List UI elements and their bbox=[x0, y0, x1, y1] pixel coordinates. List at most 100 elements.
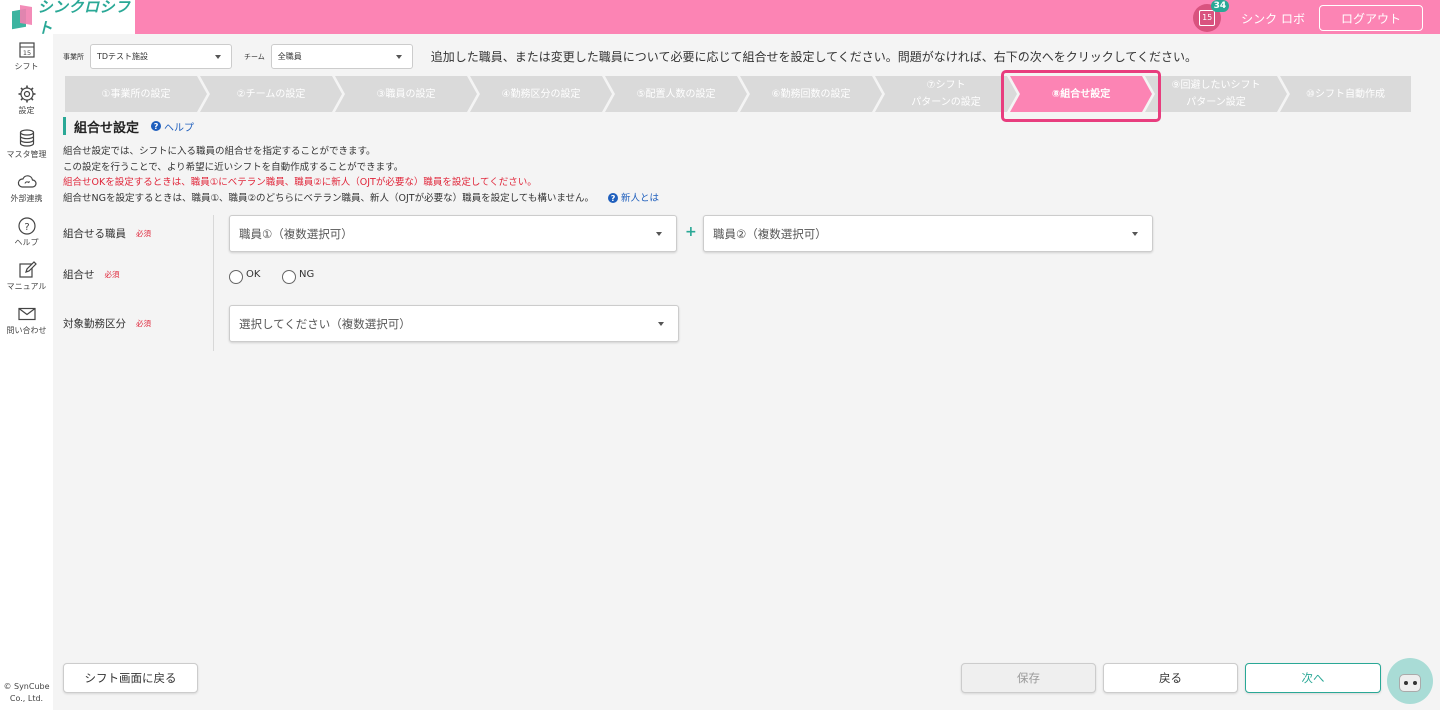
staff2-select[interactable]: 職員②（複数選択可） bbox=[703, 215, 1153, 252]
description-line: 組合せNGを設定するときは、職員①、職員②のどちらにベテラン職員、新人（OJTが… bbox=[63, 192, 595, 204]
newbie-help-link[interactable]: ? 新人とは bbox=[608, 191, 659, 207]
notification-button[interactable]: 15 34 bbox=[1193, 0, 1230, 32]
office-label: 事業所 bbox=[63, 52, 84, 61]
required-badge: 必須 bbox=[136, 319, 151, 328]
step-2[interactable]: ②チームの設定 bbox=[200, 76, 342, 112]
combo-field-label: 組合せ 必須 bbox=[63, 267, 120, 282]
step-progress-bar: ①事業所の設定 ②チームの設定 ③職員の設定 ④勤務区分の設定 ⑤配置人数の設定… bbox=[65, 76, 1411, 112]
section-header: 組合せ設定 ? ヘルプ bbox=[63, 117, 194, 136]
mail-icon bbox=[17, 307, 36, 321]
main-content: 事業所 TDテスト施設 チーム 全職員 追加した職員、または変更した職員について… bbox=[53, 34, 1440, 710]
page-title: 組合せ設定 bbox=[74, 120, 140, 136]
sidebar-item-settings[interactable]: 設定 bbox=[0, 84, 53, 122]
database-icon bbox=[19, 129, 34, 147]
calendar-icon: 15 bbox=[18, 42, 35, 58]
step-5[interactable]: ⑤配置人数の設定 bbox=[605, 76, 747, 112]
sidebar-item-label: 問い合わせ bbox=[6, 326, 47, 335]
step-9[interactable]: ⑨回避したいシフト パターン設定 bbox=[1145, 76, 1287, 112]
label-text: 組合せる職員 bbox=[63, 228, 126, 240]
step-10[interactable]: ⑩シフト自動作成 bbox=[1280, 76, 1411, 112]
description-line: この設定を行うことで、より希望に近いシフトを自動作成することができます。 bbox=[63, 161, 404, 173]
filter-row: 事業所 TDテスト施設 チーム 全職員 追加した職員、または変更した職員について… bbox=[63, 44, 1197, 69]
user-name: シンク ロボ bbox=[1241, 11, 1305, 26]
office-select[interactable]: TDテスト施設 bbox=[90, 44, 232, 69]
calendar-icon: 15 bbox=[1199, 10, 1216, 26]
shift-type-field-label: 対象勤務区分 必須 bbox=[63, 316, 151, 331]
label-text: 組合せ bbox=[63, 269, 95, 281]
logout-button[interactable]: ログアウト bbox=[1319, 5, 1423, 31]
robot-icon bbox=[1399, 674, 1421, 692]
plus-icon: + bbox=[685, 224, 697, 240]
sidebar-item-shift[interactable]: 15 シフト bbox=[0, 40, 53, 78]
sidebar-item-help[interactable]: ? ヘルプ bbox=[0, 216, 53, 254]
team-value: 全職員 bbox=[277, 52, 302, 61]
app-name: シンクロシフト bbox=[37, 0, 131, 37]
chatbot-avatar[interactable] bbox=[1387, 658, 1433, 704]
back-to-shift-button[interactable]: シフト画面に戻る bbox=[63, 663, 198, 693]
combo-ng-radio[interactable]: NG bbox=[282, 264, 314, 284]
question-icon: ? bbox=[608, 193, 619, 204]
chevron-down-icon bbox=[656, 232, 662, 236]
required-badge: 必須 bbox=[104, 270, 120, 279]
description-line: 組合せ設定では、シフトに入る職員の組合せを指定することができます。 bbox=[63, 146, 376, 157]
sidebar-item-label: マスタ管理 bbox=[6, 150, 47, 159]
app-header: シンクロシフト 15 34 シンク ロボ ログアウト bbox=[0, 0, 1440, 37]
current-step-highlight bbox=[1001, 70, 1161, 122]
logo-mark-icon bbox=[10, 4, 32, 30]
required-badge: 必須 bbox=[136, 229, 151, 238]
sidebar-item-label: 設定 bbox=[18, 106, 35, 115]
help-link[interactable]: ? ヘルプ bbox=[151, 119, 194, 134]
notification-count-badge: 34 bbox=[1210, 0, 1230, 12]
staff1-placeholder: 職員①（複数選択可） bbox=[239, 226, 353, 241]
next-button[interactable]: 次へ bbox=[1245, 663, 1381, 693]
edit-icon bbox=[18, 261, 37, 278]
sidebar-item-master[interactable]: マスタ管理 bbox=[0, 128, 53, 166]
staff2-placeholder: 職員②（複数選択可） bbox=[713, 226, 827, 241]
instruction-text: 追加した職員、または変更した職員について必要に応じて組合せを設定してください。問… bbox=[430, 50, 1198, 64]
shift-type-select[interactable]: 選択してください（複数選択可） bbox=[229, 305, 679, 342]
radio-circle[interactable] bbox=[229, 270, 243, 284]
sidebar-item-label: 外部連携 bbox=[10, 194, 43, 203]
radio-label: NG bbox=[299, 268, 315, 280]
app-logo[interactable]: シンクロシフト bbox=[0, 0, 135, 37]
sidebar-item-label: マニュアル bbox=[6, 282, 47, 291]
copyright-line: © SynCube bbox=[3, 682, 50, 691]
staff-field-label: 組合せる職員 必須 bbox=[63, 226, 151, 241]
svg-text:15: 15 bbox=[22, 49, 30, 57]
step-7[interactable]: ⑦シフト パターンの設定 bbox=[875, 76, 1017, 112]
chevron-down-icon bbox=[215, 55, 221, 59]
copyright: © SynCube Co., Ltd. bbox=[0, 681, 53, 705]
step-6[interactable]: ⑥勤務回数の設定 bbox=[740, 76, 882, 112]
newbie-link-label: 新人とは bbox=[621, 192, 660, 204]
shift-type-placeholder: 選択してください（複数選択可） bbox=[239, 316, 411, 331]
sidebar-item-manual[interactable]: マニュアル bbox=[0, 260, 53, 298]
description-warning: 組合せOKを設定するときは、職員①にベテラン職員、職員②に新人（OJTが必要な）… bbox=[63, 177, 537, 188]
form-divider bbox=[213, 215, 214, 351]
sidebar-item-contact[interactable]: 問い合わせ bbox=[0, 304, 53, 342]
team-select[interactable]: 全職員 bbox=[270, 44, 413, 69]
copyright-line: Co., Ltd. bbox=[9, 694, 44, 703]
question-icon: ? bbox=[17, 217, 36, 235]
save-button[interactable]: 保存 bbox=[961, 663, 1096, 693]
description: 組合せ設定では、シフトに入る職員の組合せを指定することができます。 この設定を行… bbox=[63, 144, 659, 206]
help-link-label: ヘルプ bbox=[164, 122, 195, 134]
label-text: 対象勤務区分 bbox=[63, 318, 126, 330]
team-label: チーム bbox=[244, 52, 265, 61]
chevron-down-icon bbox=[1132, 232, 1138, 236]
radio-label: OK bbox=[246, 268, 261, 280]
sidebar-item-label: ヘルプ bbox=[14, 238, 39, 247]
question-icon: ? bbox=[151, 121, 162, 131]
radio-circle[interactable] bbox=[282, 270, 296, 284]
sidebar-item-integration[interactable]: 外部連携 bbox=[0, 172, 53, 210]
step-1[interactable]: ①事業所の設定 bbox=[65, 76, 207, 112]
staff1-select[interactable]: 職員①（複数選択可） bbox=[229, 215, 677, 252]
cloud-sync-icon bbox=[17, 175, 37, 188]
step-3[interactable]: ③職員の設定 bbox=[335, 76, 477, 112]
back-button[interactable]: 戻る bbox=[1103, 663, 1238, 693]
step-4[interactable]: ④勤務区分の設定 bbox=[470, 76, 612, 112]
gear-icon bbox=[18, 85, 35, 103]
office-value: TDテスト施設 bbox=[97, 52, 149, 61]
sidebar-item-label: シフト bbox=[14, 62, 39, 71]
combo-ok-radio[interactable]: OK bbox=[229, 264, 260, 284]
svg-text:?: ? bbox=[24, 222, 29, 233]
